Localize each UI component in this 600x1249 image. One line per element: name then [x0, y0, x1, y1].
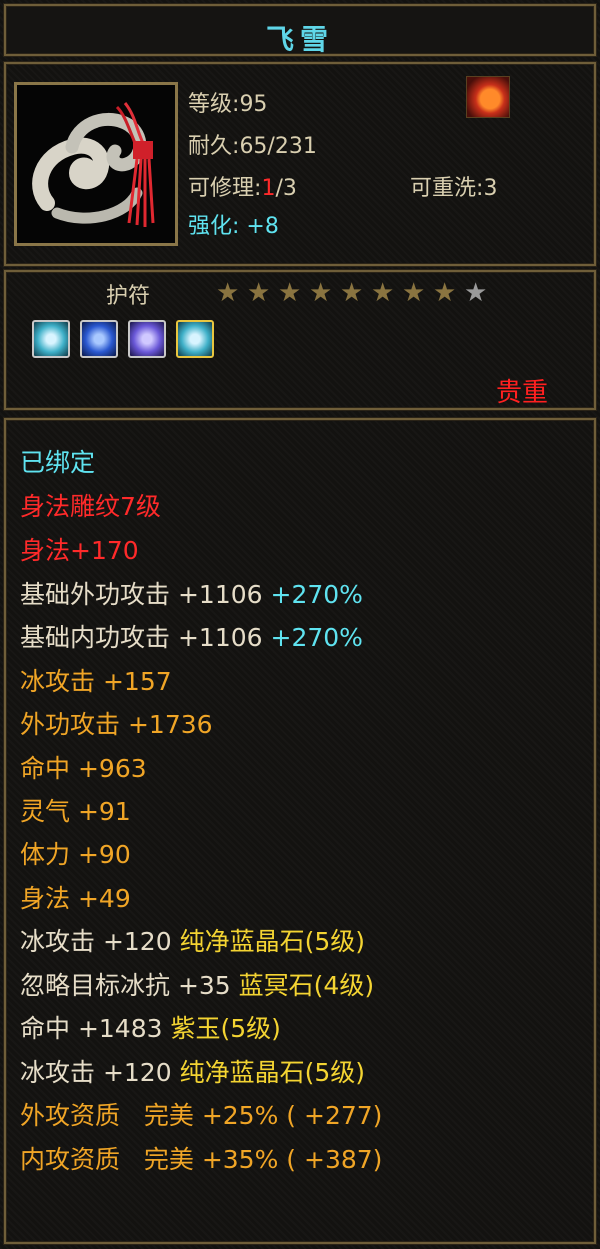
attr-label: 基础外功攻击	[20, 580, 171, 609]
title-bar: 飞雪	[4, 4, 596, 56]
gem-stat: 命中 +1483	[20, 1014, 163, 1043]
bound-status: 已绑定	[20, 448, 96, 477]
gem-name: 纯净蓝晶石(5级)	[179, 927, 365, 956]
rarity-label: 贵重	[496, 378, 549, 408]
stat-label: 身法	[20, 884, 71, 913]
enhance-row: 强化: +8	[188, 214, 279, 239]
rewash-label: 可重洗	[410, 176, 477, 201]
stat-value: +963	[77, 754, 147, 783]
aptitude-row: 外攻资质 完美 +25% ( +277)	[20, 1101, 382, 1131]
star-filled-icon: ★	[247, 278, 271, 308]
aptitude-label: 内攻资质	[20, 1145, 121, 1174]
enhance-label: 强化	[188, 214, 233, 239]
cyan-gem-icon[interactable]	[32, 320, 70, 358]
blue-gem-icon[interactable]	[80, 320, 118, 358]
level-label: 等级	[188, 92, 233, 117]
stat-value: +90	[77, 840, 131, 869]
attr-value: +1106	[177, 580, 263, 609]
stat-value: +1736	[127, 710, 213, 739]
stat-label: 外功攻击	[20, 710, 121, 739]
stat-row: 冰攻击 +157	[20, 667, 172, 697]
enhance-value: +8	[246, 214, 279, 239]
attr-value: +1106	[177, 623, 263, 652]
star-filled-icon: ★	[216, 278, 240, 308]
durability-row: 耐久:65/231	[188, 134, 317, 159]
aptitude-bonus: ( +387)	[286, 1145, 383, 1174]
item-tooltip: 飞雪 等级:95 耐久:65/231 可修理:1/3 可重洗:3 强化: +8 …	[0, 0, 600, 1249]
aptitude-grade: 完美	[143, 1145, 194, 1174]
repairable-row: 可修理:1/3	[188, 176, 297, 201]
star-filled-icon: ★	[309, 278, 333, 308]
purple-gem-icon[interactable]	[128, 320, 166, 358]
attr-percent: +270%	[270, 623, 363, 652]
gem-name: 蓝冥石(4级)	[238, 971, 375, 1000]
stat-label: 体力	[20, 840, 71, 869]
level-row: 等级:95	[188, 92, 268, 117]
attr-percent: +270%	[270, 580, 363, 609]
durability-value: 65/231	[239, 134, 317, 159]
gem-row: 忽略目标冰抗 +35 蓝冥石(4级)	[20, 971, 374, 1001]
aptitude-percent: +25%	[201, 1101, 279, 1130]
stat-label: 命中	[20, 754, 71, 783]
item-type: 护符	[106, 284, 151, 309]
star-empty-icon: ★	[464, 278, 488, 308]
engraving-bonus: 身法+170	[20, 536, 139, 565]
jade-amulet-icon	[14, 82, 178, 246]
aptitude-label: 外攻资质	[20, 1101, 121, 1130]
gem-name: 纯净蓝晶石(5级)	[179, 1058, 365, 1087]
stat-value: +49	[77, 884, 131, 913]
rewash-row: 可重洗:3	[410, 176, 498, 201]
gem-stat: 忽略目标冰抗 +35	[20, 971, 231, 1000]
aptitude-bonus: ( +277)	[286, 1101, 383, 1130]
aptitude-grade: 完美	[143, 1101, 194, 1130]
base-ext-attack-row: 基础外功攻击 +1106 +270%	[20, 580, 363, 610]
stat-row: 身法 +49	[20, 884, 131, 914]
gem-row: 冰攻击 +120 纯净蓝晶石(5级)	[20, 927, 365, 957]
repairable-current: 1	[261, 176, 276, 201]
gem-name: 紫玉(5级)	[170, 1014, 281, 1043]
gem-stat: 冰攻击 +120	[20, 1058, 172, 1087]
gem-row: 命中 +1483 紫玉(5级)	[20, 1014, 281, 1044]
star-filled-icon: ★	[371, 278, 395, 308]
stat-value: +157	[102, 667, 172, 696]
stat-row: 体力 +90	[20, 840, 131, 870]
cyan-gem-icon[interactable]	[176, 320, 214, 358]
repairable-label: 可修理	[188, 176, 255, 201]
stat-label: 冰攻击	[20, 667, 96, 696]
star-filled-icon: ★	[278, 278, 302, 308]
base-int-attack-row: 基础内功攻击 +1106 +270%	[20, 623, 363, 653]
repairable-total: /3	[275, 176, 297, 201]
star-filled-icon: ★	[340, 278, 364, 308]
stat-row: 灵气 +91	[20, 797, 131, 827]
stat-row: 外功攻击 +1736	[20, 710, 213, 740]
engraving-line: 身法雕纹7级	[20, 492, 161, 521]
rewash-value: 3	[483, 176, 498, 201]
durability-label: 耐久	[188, 134, 233, 159]
stat-value: +91	[77, 797, 131, 826]
star-filled-icon: ★	[433, 278, 457, 308]
aptitude-row: 内攻资质 完美 +35% ( +387)	[20, 1145, 382, 1175]
aptitude-percent: +35%	[201, 1145, 279, 1174]
flame-buff-icon[interactable]	[466, 76, 510, 118]
star-filled-icon: ★	[402, 278, 426, 308]
gem-row: 冰攻击 +120 纯净蓝晶石(5级)	[20, 1058, 365, 1088]
gem-stat: 冰攻击 +120	[20, 927, 172, 956]
level-value: 95	[239, 92, 268, 117]
stat-label: 灵气	[20, 797, 71, 826]
attr-label: 基础内功攻击	[20, 623, 171, 652]
stat-row: 命中 +963	[20, 754, 147, 784]
item-name: 飞雪	[265, 23, 334, 56]
